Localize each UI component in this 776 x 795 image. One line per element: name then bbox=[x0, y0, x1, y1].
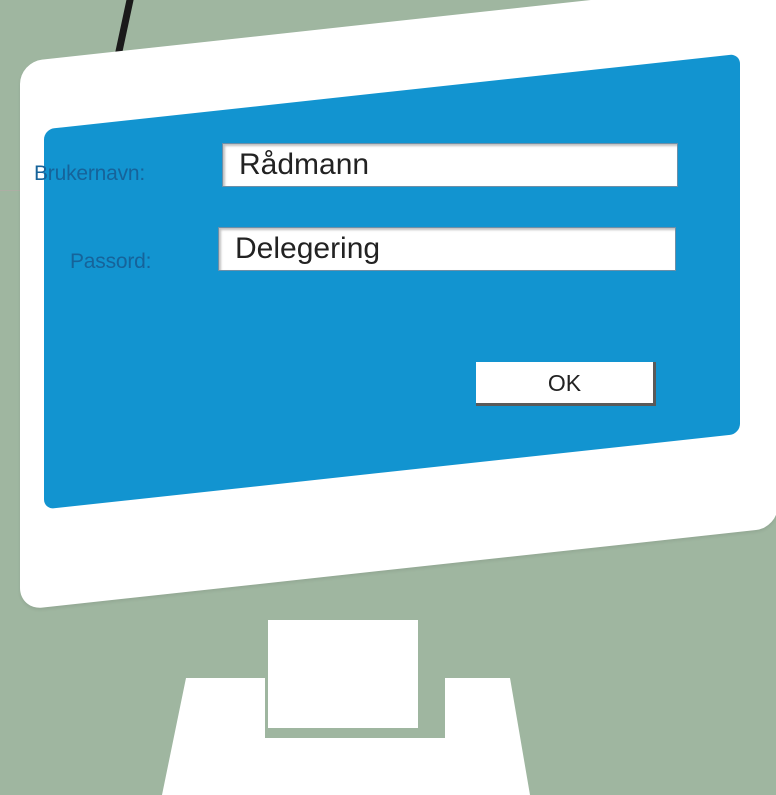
monitor-stand-base bbox=[162, 678, 530, 795]
